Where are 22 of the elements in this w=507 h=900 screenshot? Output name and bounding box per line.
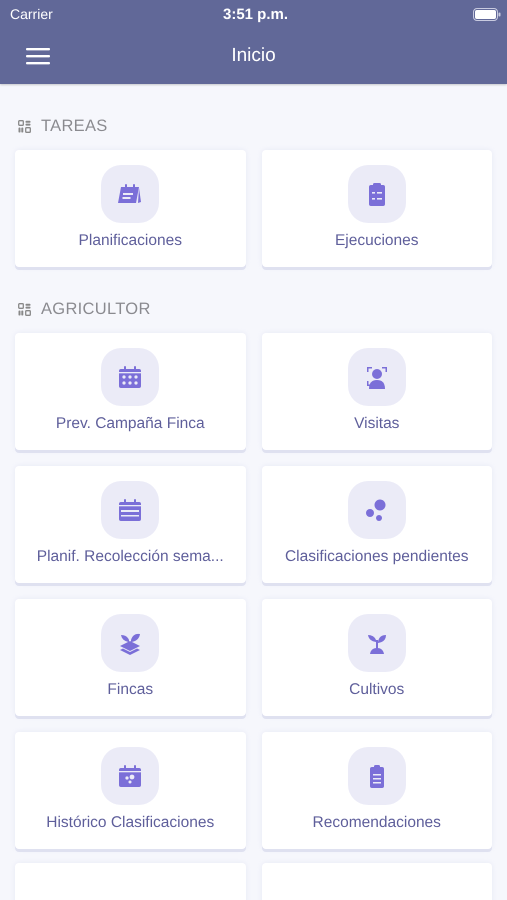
battery-icon [473,8,501,20]
calendar-icon [117,364,144,390]
menu-card[interactable]: Fincas [15,599,246,716]
menu-card[interactable]: Planif. Recolección sema... [15,466,246,583]
section-title: AGRICULTOR [41,300,151,318]
section-title: TAREAS [41,116,108,136]
menu-card[interactable]: Recomendaciones [262,732,492,849]
menu-card[interactable]: Visitas [262,333,492,450]
grid-icon [18,120,31,132]
menu-card[interactable]: Clasificaciones pendientes [262,466,492,583]
menu-button[interactable] [24,45,52,67]
menu-card[interactable]: Prev. Campaña Finca [15,333,246,450]
menu-card[interactable]: Cultivos [262,599,492,716]
calendar-icon [117,497,144,523]
menu-card[interactable]: Histórico Clasificaciones [15,732,246,849]
carrier-label: Carrier [10,6,53,22]
grid-icon [18,302,31,316]
time-label: 3:51 p.m. [222,6,288,22]
menu-card[interactable]: Planificaciones [15,150,246,267]
calendar-icon [117,763,144,789]
page-title: Inicio [231,45,276,67]
menu-card[interactable]: Ejecuciones [262,150,492,267]
